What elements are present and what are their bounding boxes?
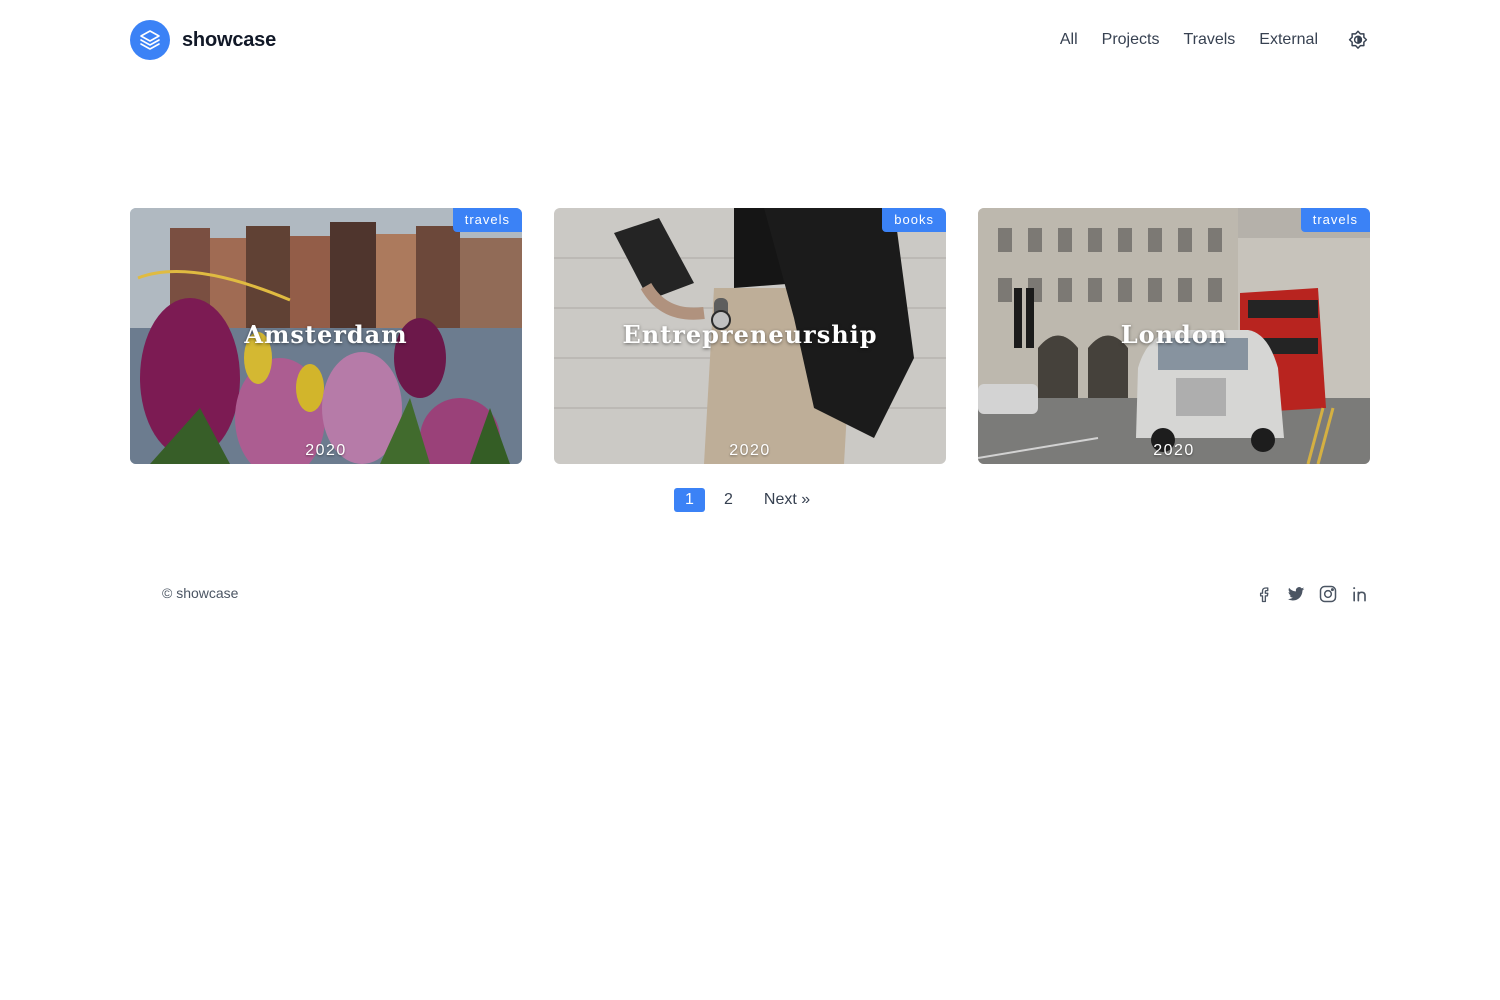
brand-name: showcase <box>182 28 277 51</box>
card-grid: travels Amsterdam 2020 books Entrepreneu… <box>130 208 1370 464</box>
nav-item-all[interactable]: All <box>1060 31 1078 49</box>
next-page-link[interactable]: Next » <box>764 491 810 509</box>
card-entrepreneurship[interactable]: books Entrepreneurship 2020 <box>554 208 946 464</box>
category-badge[interactable]: travels <box>452 208 522 232</box>
facebook-icon[interactable] <box>1254 584 1274 604</box>
card-title: London <box>1120 320 1228 349</box>
social-links <box>1254 584 1370 604</box>
twitter-icon[interactable] <box>1286 584 1306 604</box>
sun-icon[interactable] <box>1346 28 1370 52</box>
card-london[interactable]: travels London 2020 <box>978 208 1370 464</box>
page-2-button[interactable]: 2 <box>724 491 733 509</box>
site-header: showcase All Projects Travels External <box>130 20 1370 60</box>
pagination: 1 2 Next » <box>674 488 810 512</box>
category-badge[interactable]: books <box>882 208 946 232</box>
card-year: 2020 <box>729 442 771 459</box>
card-year: 2020 <box>305 442 347 459</box>
nav-item-projects[interactable]: Projects <box>1102 31 1160 49</box>
brand-link[interactable]: showcase <box>130 20 276 60</box>
nav-item-travels[interactable]: Travels <box>1183 31 1235 49</box>
card-year: 2020 <box>1153 442 1195 459</box>
card-title: Amsterdam <box>244 320 408 349</box>
layers-icon <box>130 20 170 60</box>
instagram-icon[interactable] <box>1318 584 1338 604</box>
card-amsterdam[interactable]: travels Amsterdam 2020 <box>130 208 522 464</box>
linkedin-icon[interactable] <box>1350 584 1370 604</box>
page-1-button[interactable]: 1 <box>674 488 705 512</box>
card-title: Entrepreneurship <box>622 320 878 349</box>
nav-item-external[interactable]: External <box>1259 31 1318 49</box>
category-badge[interactable]: travels <box>1300 208 1370 232</box>
main-nav: All Projects Travels External <box>1060 28 1370 52</box>
copyright-text: © showcase <box>162 585 239 601</box>
